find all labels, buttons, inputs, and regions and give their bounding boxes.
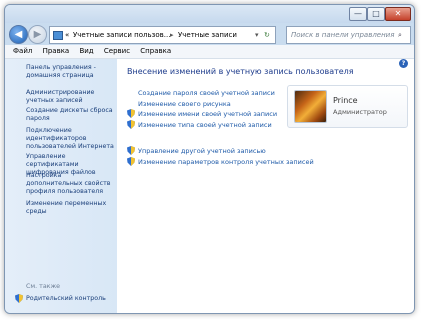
control-panel-icon <box>53 31 63 40</box>
create-password-link[interactable]: Создание пароля своей учетной записи <box>138 89 275 97</box>
sidebar-item-password-reset-disk[interactable]: Создание дискеты сброса пароля <box>26 107 116 123</box>
shield-icon <box>127 146 135 155</box>
sidebar-item-advanced-profile[interactable]: Настройка дополнительных свойств профиля… <box>26 172 116 196</box>
menu-bar: Файл Правка Вид Сервис Справка <box>5 45 414 59</box>
breadcrumb-separator[interactable]: ▸ <box>170 27 174 43</box>
page-title: Внесение изменений в учетную запись поль… <box>127 67 354 76</box>
back-button[interactable]: ◀ <box>9 25 28 44</box>
address-bar[interactable]: « Учетные записи пользов... ▸ Учетные за… <box>49 26 276 55</box>
maximize-button[interactable]: □ <box>367 7 385 21</box>
search-box[interactable]: Поиск в панели управления ⌕ <box>286 26 411 44</box>
forward-button[interactable]: ▶ <box>28 25 47 44</box>
parental-control-link[interactable]: Родительский контроль <box>26 295 106 302</box>
shield-icon <box>127 109 135 118</box>
sidebar-item-environment-variables[interactable]: Изменение переменных среды <box>26 200 116 216</box>
change-account-type-link[interactable]: Изменение типа своей учетной записи <box>138 121 272 129</box>
sidebar: Панель управления - домашняя страница Ад… <box>5 59 117 313</box>
change-picture-link[interactable]: Изменение своего рисунка <box>138 100 231 108</box>
close-button[interactable]: ✕ <box>385 7 411 21</box>
sidebar-item-control-panel-home[interactable]: Панель управления - домашняя страница <box>26 64 116 80</box>
menu-view[interactable]: Вид <box>79 47 93 55</box>
shield-icon <box>127 120 135 129</box>
arrow-left-icon: ◀ <box>14 29 23 40</box>
sidebar-item-online-ids[interactable]: Подключение идентификаторов пользователе… <box>26 127 116 151</box>
uac-settings-link[interactable]: Изменение параметров контроля учетных за… <box>138 158 314 166</box>
menu-tools[interactable]: Сервис <box>104 47 130 55</box>
change-account-name-link[interactable]: Изменение имени своей учетной записи <box>138 110 277 118</box>
see-also-heading: См. также <box>26 283 61 290</box>
shield-icon <box>127 157 135 166</box>
sidebar-item-manage-accounts[interactable]: Администрирование учетных записей <box>26 89 116 105</box>
avatar[interactable] <box>294 90 327 123</box>
manage-another-account-link[interactable]: Управление другой учетной записью <box>138 147 266 155</box>
search-icon[interactable]: ⌕ <box>398 27 402 43</box>
main-content: ? Внесение изменений в учетную запись по… <box>117 59 414 313</box>
title-bar: — □ ✕ <box>5 5 414 23</box>
user-role: Администратор <box>333 108 387 116</box>
shield-icon <box>15 294 23 303</box>
user-name: Prince <box>333 96 358 105</box>
refresh-icon[interactable]: ↻ <box>264 27 270 43</box>
breadcrumb-prefix[interactable]: « <box>65 27 69 43</box>
search-input[interactable]: Поиск в панели управления <box>291 27 394 43</box>
help-icon[interactable]: ? <box>399 59 408 68</box>
menu-file[interactable]: Файл <box>13 47 32 55</box>
user-account-card: Prince Администратор <box>287 85 408 128</box>
control-panel-window: — □ ✕ ◀ ▶ « Учетные записи пользов... ▸ … <box>4 4 415 314</box>
arrow-right-icon: ▶ <box>33 29 42 40</box>
menu-help[interactable]: Справка <box>140 47 171 55</box>
breadcrumb-user-accounts-parent[interactable]: Учетные записи пользов... <box>73 27 170 43</box>
menu-edit[interactable]: Правка <box>43 47 70 55</box>
navigation-bar: ◀ ▶ « Учетные записи пользов... ▸ Учетны… <box>5 23 414 55</box>
minimize-button[interactable]: — <box>349 7 367 21</box>
chevron-down-icon[interactable]: ▾ <box>255 27 259 43</box>
